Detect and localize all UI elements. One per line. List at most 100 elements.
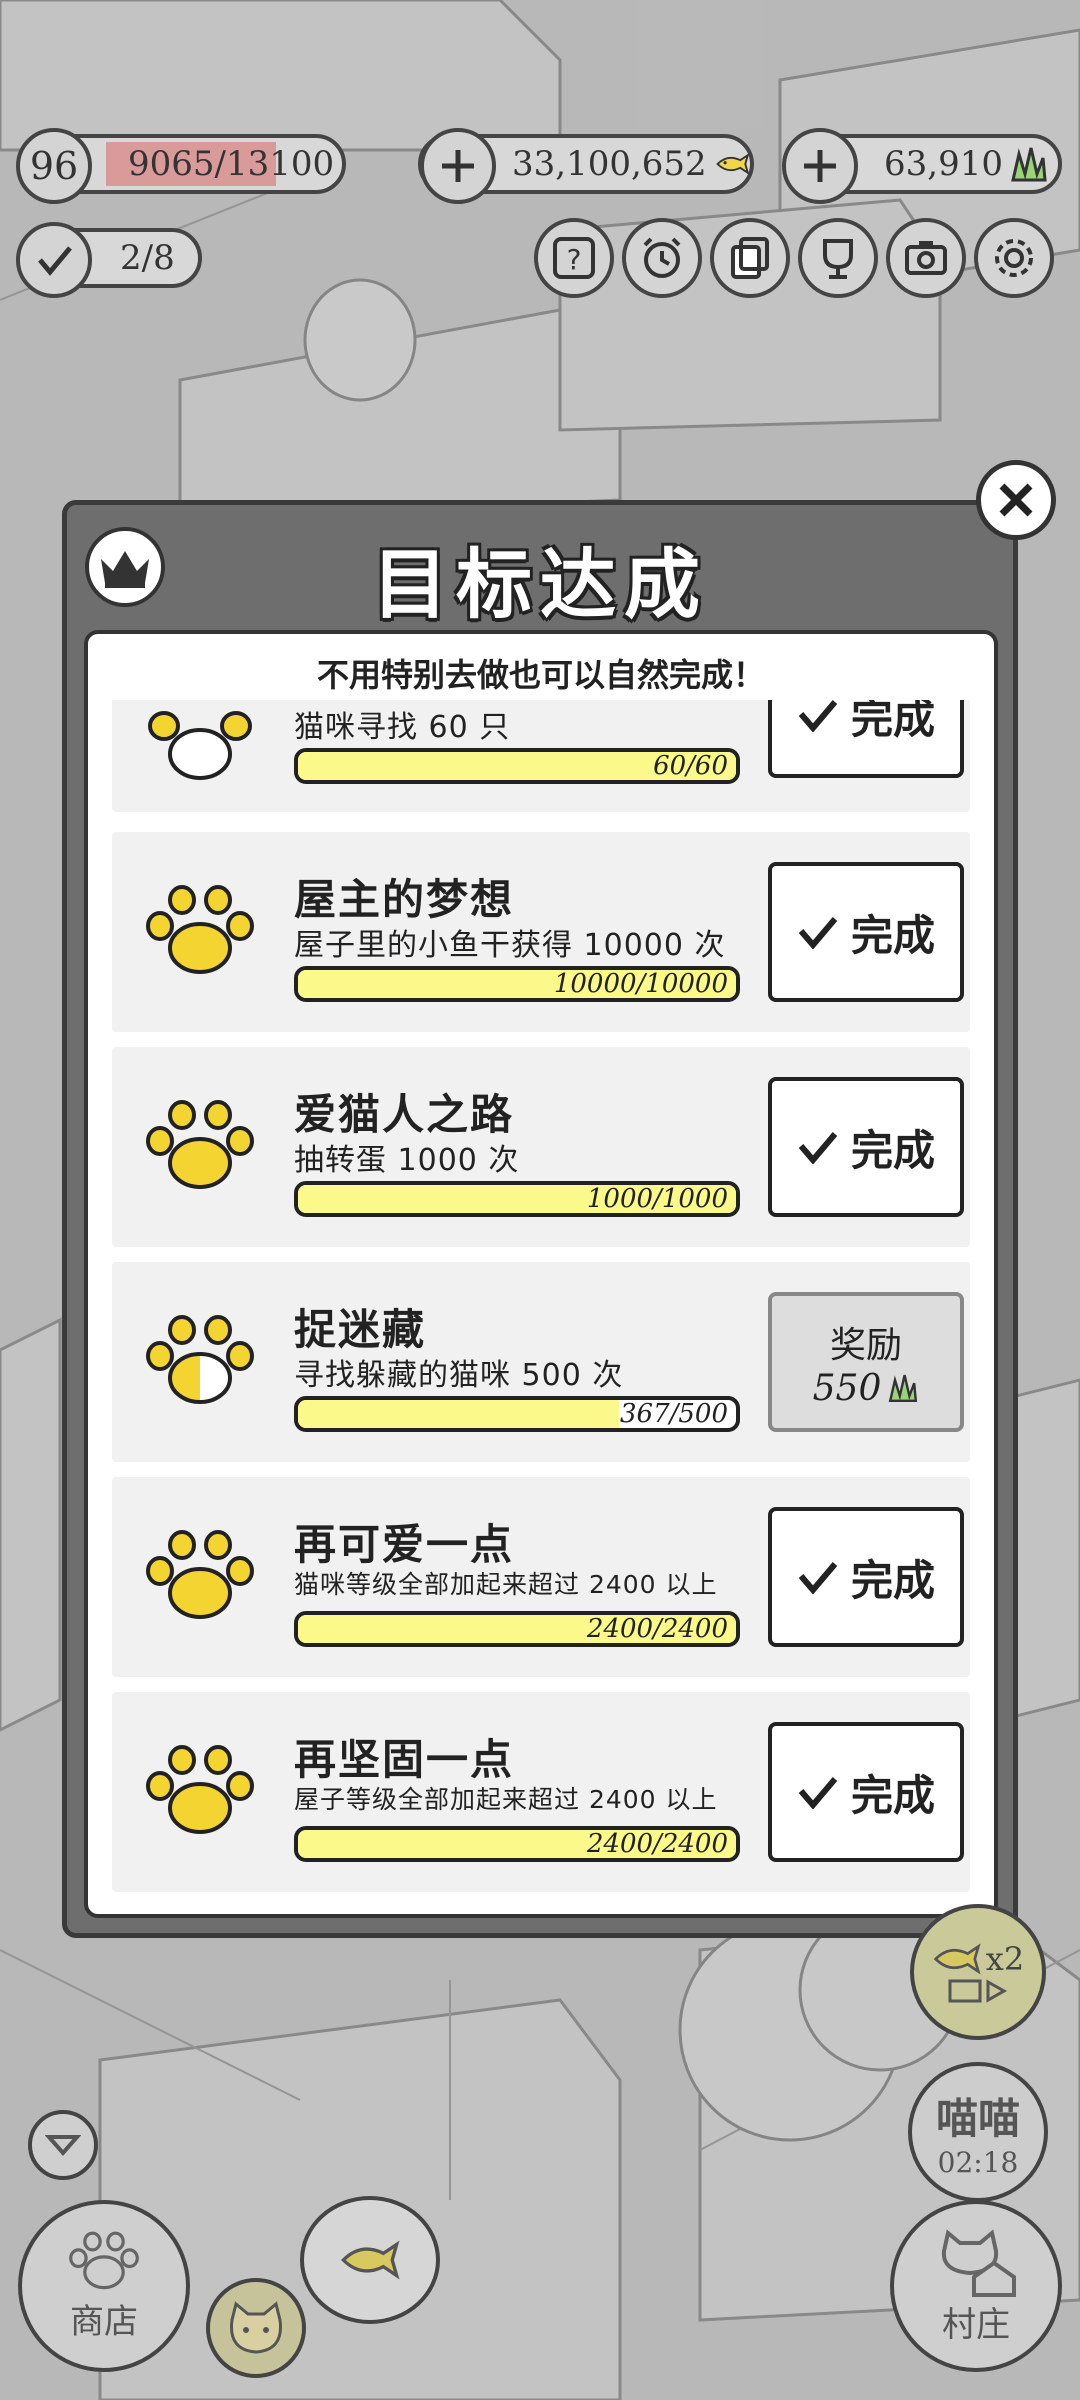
- tasks-check-button[interactable]: [16, 222, 92, 298]
- complete-button[interactable]: 完成: [768, 1507, 964, 1647]
- achievement-item: 屋主的梦想 屋子里的小鱼干获得 10000 次 10000/10000 完成: [112, 832, 970, 1032]
- progress-text: 1000/1000: [586, 1184, 728, 1214]
- trophy-icon: [823, 239, 853, 279]
- achievement-title: 爱猫人之路: [294, 1090, 515, 1139]
- progress-bar: 2400/2400: [294, 1826, 740, 1862]
- plus-icon: [442, 150, 474, 182]
- achievement-desc: 屋子里的小鱼干获得 10000 次: [294, 928, 726, 963]
- meow-timer: 02:18: [937, 2146, 1019, 2179]
- modal-subtitle: 不用特别去做也可以自然完成！: [316, 656, 765, 694]
- achievement-item: 猫咪寻找 60 只 60/60 完成: [112, 700, 970, 812]
- cat-face-icon: [230, 2301, 282, 2354]
- alarm-clock-icon: [643, 237, 681, 278]
- settings-icon: [995, 239, 1033, 277]
- achievement-title: 屋主的梦想: [294, 875, 515, 924]
- paw-icon: [146, 1530, 254, 1619]
- complete-label: 完成: [850, 1555, 935, 1605]
- feed-bubble-button[interactable]: [300, 2196, 440, 2324]
- level-badge[interactable]: 96: [16, 128, 92, 204]
- video-icon: [948, 1979, 1008, 2003]
- grass-value: 63,910: [884, 144, 1003, 184]
- achievement-item: 再可爱一点 猫咪等级全部加起来超过 2400 以上 2400/2400 完成: [112, 1477, 970, 1677]
- complete-label: 完成: [850, 1125, 935, 1175]
- achievement-title: 捉迷藏: [294, 1305, 427, 1354]
- check-icon: [798, 1562, 837, 1594]
- modal-title: 目标达成: [372, 540, 708, 629]
- paw-icon: [146, 1745, 254, 1834]
- paw-icon: [146, 1315, 254, 1404]
- achievement-item: 捉迷藏 寻找躲藏的猫咪 500 次 367/500 奖励 550: [112, 1262, 970, 1462]
- paw-icon: [146, 1100, 254, 1189]
- progress-bar: 10000/10000: [294, 966, 740, 1002]
- progress-text: 2400/2400: [586, 1829, 728, 1859]
- cat-avatar-button[interactable]: [206, 2278, 306, 2378]
- cards-button[interactable]: [710, 218, 790, 298]
- check-icon: [798, 917, 837, 949]
- plus-icon: [804, 150, 836, 182]
- fish-icon: [340, 2240, 400, 2280]
- shop-button[interactable]: 商店: [18, 2200, 190, 2372]
- achievement-desc: 抽转蛋 1000 次: [294, 1143, 520, 1178]
- progress-bar: 60/60: [294, 748, 740, 784]
- paw-icon: [148, 711, 252, 780]
- svg-text:?: ?: [567, 243, 582, 276]
- progress-text: 2400/2400: [586, 1614, 728, 1644]
- meow-timer-button[interactable]: 喵喵 02:18: [908, 2062, 1048, 2202]
- progress-bar: 367/500: [294, 1396, 740, 1432]
- help-icon: ?: [553, 237, 595, 279]
- paw-icon: [69, 2231, 139, 2289]
- complete-label: 完成: [850, 910, 935, 960]
- exp-text: 9065/13100: [128, 144, 335, 184]
- achievement-desc: 寻找躲藏的猫咪 500 次: [294, 1358, 624, 1393]
- progress-bar: 1000/1000: [294, 1181, 740, 1217]
- reward-label: 奖励: [829, 1324, 902, 1366]
- add-grass-button[interactable]: [782, 128, 858, 204]
- camera-button[interactable]: [886, 218, 966, 298]
- complete-button[interactable]: 完成: [768, 862, 964, 1002]
- achievement-item: 再坚固一点 屋子等级全部加起来超过 2400 以上 2400/2400 完成: [112, 1692, 970, 1892]
- reward-value: 550: [812, 1367, 882, 1409]
- paw-icon: [146, 885, 254, 974]
- progress-fill: [298, 1400, 620, 1428]
- reward-amount: 550: [813, 1368, 920, 1409]
- multiplier-text: x2: [985, 1940, 1025, 1978]
- complete-label: 完成: [850, 700, 935, 743]
- check-icon: [798, 1132, 837, 1164]
- help-button[interactable]: ?: [534, 218, 614, 298]
- complete-button[interactable]: 完成: [768, 1722, 964, 1862]
- collapse-button[interactable]: [28, 2110, 98, 2180]
- fish-icon: [715, 152, 750, 176]
- grass-icon: [889, 1374, 918, 1402]
- trophy-button[interactable]: [798, 218, 878, 298]
- reward-button[interactable]: 奖励 550: [768, 1292, 964, 1432]
- tasks-value: 2/8: [120, 238, 175, 278]
- ad-bonus-button[interactable]: x2: [910, 1904, 1046, 2040]
- check-icon: [798, 1777, 837, 1809]
- coin-value: 33,100,652: [512, 144, 707, 184]
- meow-label: 喵喵: [935, 2094, 1020, 2143]
- progress-bar: 2400/2400: [294, 1611, 740, 1647]
- grass-icon: [1011, 147, 1047, 182]
- chevron-down-icon: [45, 2135, 81, 2157]
- fish-icon: [933, 1943, 981, 1975]
- check-icon: [38, 246, 72, 276]
- achievement-panel: 不用特别去做也可以自然完成！ 猫咪寻找 60 只 60/60 完成 屋主的梦想 …: [84, 630, 998, 1918]
- progress-text: 367/500: [619, 1399, 728, 1429]
- achievement-desc: 猫咪寻找 60 只: [294, 710, 511, 745]
- complete-button[interactable]: 完成: [768, 1077, 964, 1217]
- alarm-button[interactable]: [622, 218, 702, 298]
- village-button[interactable]: 村庄: [890, 2200, 1062, 2372]
- achievement-desc: 猫咪等级全部加起来超过 2400 以上: [294, 1570, 718, 1599]
- achievement-item: 爱猫人之路 抽转蛋 1000 次 1000/1000 完成: [112, 1047, 970, 1247]
- achievement-list[interactable]: 猫咪寻找 60 只 60/60 完成 屋主的梦想 屋子里的小鱼干获得 10000…: [112, 700, 970, 1898]
- add-coins-button[interactable]: [420, 128, 496, 204]
- shop-label: 商店: [70, 2301, 138, 2342]
- close-button[interactable]: [976, 460, 1056, 540]
- settings-button[interactable]: [974, 218, 1054, 298]
- complete-button[interactable]: 完成: [768, 700, 964, 778]
- achievement-desc: 屋子等级全部加起来超过 2400 以上: [294, 1785, 718, 1814]
- village-label: 村庄: [942, 2304, 1010, 2345]
- achievement-title: 再坚固一点: [294, 1735, 515, 1784]
- cat-house-icon: [941, 2228, 1016, 2297]
- check-icon: [798, 700, 837, 732]
